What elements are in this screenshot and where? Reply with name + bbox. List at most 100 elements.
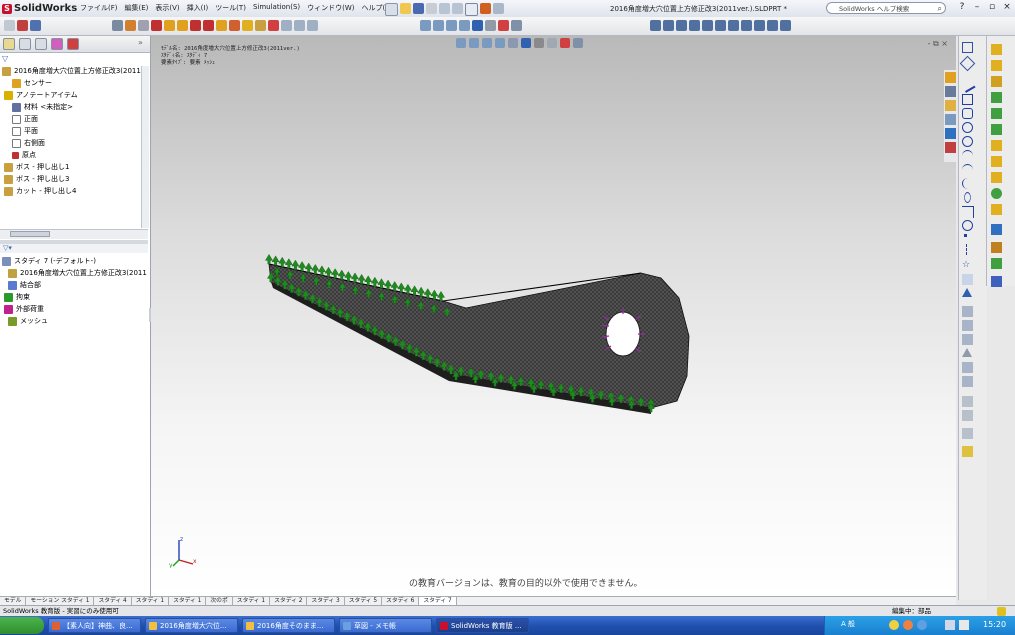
polygon-icon[interactable] (962, 220, 973, 231)
probe-icon[interactable] (138, 20, 149, 31)
curvature-icon[interactable] (780, 20, 791, 31)
menu-insert[interactable]: 挿入(I) (187, 3, 209, 13)
rapid-sketch-icon[interactable] (962, 446, 973, 457)
design-check-icon[interactable] (229, 20, 240, 31)
select-arrow-icon[interactable] (4, 20, 15, 31)
file-explorer-tab-icon[interactable] (945, 114, 956, 125)
sketch-text-icon[interactable]: ☆ (962, 260, 973, 271)
start-button[interactable] (0, 617, 44, 634)
view-palette-tab-icon[interactable] (945, 128, 956, 139)
clip-icon[interactable] (307, 20, 318, 31)
help-icon[interactable]: ? (956, 2, 968, 12)
triangle-icon[interactable] (962, 288, 972, 297)
display-manager-tab-icon[interactable] (67, 38, 79, 50)
scene-icon[interactable] (511, 20, 522, 31)
section-icon[interactable] (281, 20, 292, 31)
menu-window[interactable]: ウィンドウ(W) (307, 3, 354, 13)
spline-icon[interactable] (962, 178, 974, 189)
display-style-icon[interactable] (485, 20, 496, 31)
filter-icon[interactable]: ▽▾ (3, 244, 12, 252)
tray-app-icon[interactable] (903, 620, 913, 630)
ime-indicator[interactable]: A 般 (841, 619, 855, 629)
study-root[interactable]: スタディ 7 (-デフォルト-) (2, 255, 96, 267)
zoom-area-icon[interactable] (433, 20, 444, 31)
ellipse-icon[interactable] (964, 192, 971, 203)
tree-item-boss-extrude3[interactable]: ボス - 押し出し3 (4, 173, 69, 185)
move-entities-icon[interactable] (962, 376, 973, 387)
view-orientation-icon[interactable] (472, 20, 483, 31)
menu-tools[interactable]: ツール(T) (215, 3, 246, 13)
property-manager-tab-icon[interactable] (19, 38, 31, 50)
rectangle-icon[interactable] (962, 94, 973, 105)
reference-geometry-icon[interactable] (991, 242, 1002, 253)
offset-entities-icon[interactable] (962, 334, 973, 345)
curves-icon[interactable] (991, 258, 1002, 269)
zoom-fit-icon[interactable] (420, 20, 431, 31)
tray-app-icon[interactable] (889, 620, 899, 630)
taskbar-task[interactable]: SolidWorks 教育版 ... (436, 618, 529, 633)
revolved-cut-icon[interactable] (991, 124, 1002, 135)
repair-sketch-icon[interactable] (962, 410, 973, 421)
result-icon[interactable] (190, 20, 201, 31)
tree-item-front-plane[interactable]: 正面 (12, 113, 38, 125)
search-icon[interactable]: ⌕ (938, 3, 942, 15)
tree-item-annotations[interactable]: アノテートアイテム (4, 89, 78, 101)
draft-icon[interactable] (991, 204, 1002, 215)
point-icon[interactable] (964, 234, 967, 237)
iso-icon[interactable] (294, 20, 305, 31)
revolved-boss-icon[interactable] (991, 60, 1002, 71)
chamfer-icon[interactable] (991, 156, 1002, 167)
mirror-icon[interactable] (962, 348, 972, 357)
taskbar-task[interactable]: 【素人向】神曲、良... (48, 618, 141, 633)
tree-horizontal-scrollbar[interactable] (0, 229, 148, 239)
study-icon[interactable] (112, 20, 123, 31)
menu-simulation[interactable]: Simulation(S) (253, 3, 300, 13)
tree-item-right-plane[interactable]: 右側面 (12, 137, 45, 149)
menu-file[interactable]: ファイル(F) (80, 3, 118, 13)
menu-edit[interactable]: 編集(E) (125, 3, 149, 13)
linear-pattern-icon[interactable] (962, 362, 973, 373)
circle-icon[interactable] (962, 122, 973, 133)
sketch-icon[interactable] (962, 42, 973, 53)
extruded-boss-icon[interactable] (991, 44, 1002, 55)
taskbar-task[interactable]: 2016角度そのまま... (242, 618, 335, 633)
open-folder-icon[interactable] (400, 3, 411, 14)
fillet-feature-icon[interactable] (991, 140, 1002, 151)
solidworks-logo[interactable]: S SolidWorks (2, 2, 77, 15)
appearance-icon[interactable] (498, 20, 509, 31)
tangent-arc-icon[interactable] (962, 164, 973, 176)
fixture-icon[interactable] (151, 20, 162, 31)
tree-item-origin[interactable]: 原点 (12, 149, 36, 161)
rebuild-status-icon[interactable] (997, 607, 1006, 616)
swept-boss-icon[interactable] (991, 76, 1002, 87)
restore-icon[interactable]: ▫ (986, 2, 998, 12)
print-icon[interactable] (426, 3, 437, 14)
new-document-icon[interactable] (385, 3, 398, 16)
redo-icon[interactable] (452, 3, 463, 14)
configuration-tab-icon[interactable] (35, 38, 47, 50)
list-icon[interactable] (30, 20, 41, 31)
design-library-tab-icon[interactable] (945, 100, 956, 111)
display-relations-icon[interactable] (962, 396, 973, 407)
tree-item-boss-extrude1[interactable]: ボス - 押し出し1 (4, 161, 69, 173)
line-icon[interactable] (959, 76, 976, 93)
mass-props-icon[interactable] (663, 20, 674, 31)
tree-vertical-scrollbar[interactable] (141, 66, 149, 228)
perimeter-circle-icon[interactable] (962, 136, 973, 147)
rib-icon[interactable] (991, 172, 1002, 183)
minimize-icon[interactable]: – (971, 2, 983, 12)
lofted-boss-icon[interactable] (991, 92, 1002, 103)
save-icon[interactable] (413, 3, 424, 14)
check-icon[interactable] (689, 20, 700, 31)
close-icon[interactable]: × (1001, 2, 1013, 12)
study-item-part[interactable]: 2016角度増大穴位置上方修正改3(2011 (8, 267, 147, 279)
tree-item-material[interactable]: 材料 <未指定> (12, 101, 73, 113)
measure-icon[interactable] (650, 20, 661, 31)
study-item-connections[interactable]: 結合部 (8, 279, 41, 291)
help-search-input[interactable]: SolidWorks ヘルプ検索 ⌕ (826, 2, 946, 14)
options-icon[interactable] (493, 3, 504, 14)
study-item-fixtures[interactable]: 拘束 (4, 291, 30, 303)
extruded-cut-icon[interactable] (991, 108, 1002, 119)
rebuild-icon[interactable] (480, 3, 491, 14)
shell-icon[interactable] (991, 188, 1002, 199)
